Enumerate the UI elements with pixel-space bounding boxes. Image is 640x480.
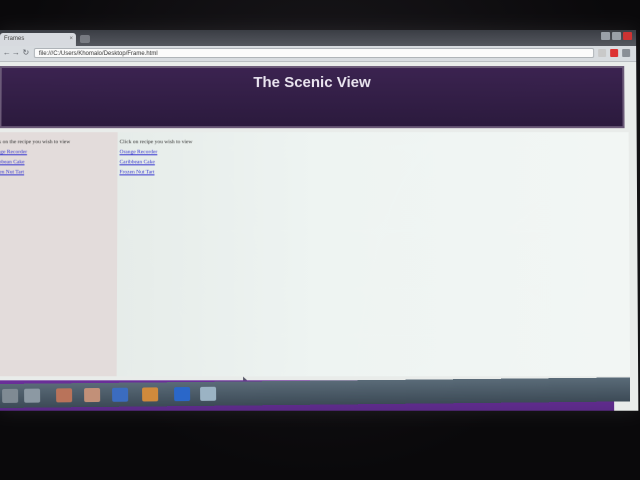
toolbar-icons (598, 49, 631, 58)
window-controls (601, 31, 633, 42)
menu-icon[interactable] (622, 49, 631, 58)
tab-close-icon[interactable]: × (69, 33, 73, 46)
close-window-button[interactable] (623, 31, 633, 41)
extension-icon[interactable] (610, 49, 619, 58)
explorer-icon[interactable] (24, 388, 41, 403)
maximize-button[interactable] (612, 31, 622, 41)
minimize-button[interactable] (601, 31, 611, 41)
reload-icon[interactable]: ↻ (22, 48, 30, 57)
main-frame: Click on recipe you wish to view Orange … (116, 132, 631, 377)
forward-arrow-icon[interactable]: → (12, 48, 20, 57)
nav-link-caribbean-cake[interactable]: Caribbean Cake (0, 157, 70, 167)
header-frame: The Scenic View (0, 66, 625, 129)
main-link-orange-recorder[interactable]: Orange Recorder (120, 147, 193, 157)
page-title: The Scenic View (253, 74, 371, 92)
chrome-icon[interactable] (56, 388, 73, 403)
address-bar[interactable]: file:///C:/Users/Khomalo/Desktop/Frame.h… (33, 48, 595, 59)
bluetooth-icon[interactable] (174, 387, 191, 402)
screen: Frames × ← → ↻ file:///C:/Users/Khomalo/… (0, 30, 639, 411)
tab-strip: Frames × (0, 30, 637, 47)
web-page: The Scenic View Click on the recipe you … (0, 62, 639, 411)
monitor: Frames × ← → ↻ file:///C:/Users/Khomalo/… (0, 0, 640, 480)
start-button-icon[interactable] (2, 388, 19, 403)
main-instruction: Click on recipe you wish to view (119, 139, 193, 146)
nav-frame-content: Click on the recipe you wish to view Ora… (0, 138, 70, 177)
app-icon[interactable] (200, 386, 217, 401)
media-icon[interactable] (84, 387, 101, 403)
ie-icon[interactable] (112, 387, 129, 402)
main-frame-content: Click on recipe you wish to view Orange … (119, 138, 192, 177)
nav-instruction: Click on the recipe you wish to view (0, 139, 71, 146)
firefox-icon[interactable] (142, 387, 159, 402)
back-arrow-icon[interactable]: ← (3, 48, 11, 57)
tab-title: Frames (3, 35, 25, 43)
nav-frame: Click on the recipe you wish to view Ora… (0, 132, 121, 377)
nav-link-frozen-nut-tart[interactable]: Frozen Nut Tart (0, 167, 70, 177)
main-link-caribbean-cake[interactable]: Caribbean Cake (119, 157, 192, 167)
main-link-frozen-nut-tart[interactable]: Frozen Nut Tart (119, 167, 192, 177)
address-text: file:///C:/Users/Khomalo/Desktop/Frame.h… (38, 51, 158, 58)
star-icon[interactable] (598, 49, 607, 58)
new-tab-button[interactable] (79, 34, 90, 44)
browser-tab[interactable]: Frames × (0, 32, 76, 47)
nav-link-orange-recorder[interactable]: Orange Recorder (0, 147, 70, 157)
browser-toolbar: ← → ↻ file:///C:/Users/Khomalo/Desktop/F… (0, 46, 637, 63)
